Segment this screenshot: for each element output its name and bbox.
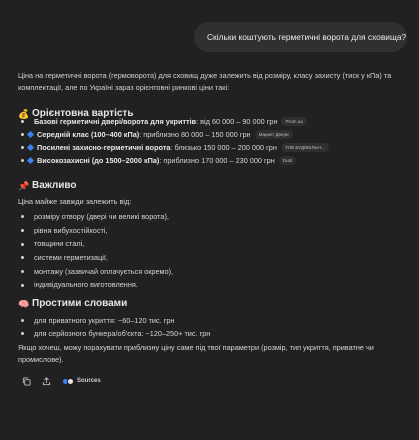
brain-icon: 🧠 bbox=[18, 299, 30, 309]
list-item: для приватного укриття: ~60–120 тис. грн bbox=[21, 314, 210, 327]
item-text: монтажу (зазвичай оплачується окремо), bbox=[34, 266, 174, 276]
item-text: товщини сталі, bbox=[34, 239, 85, 249]
item-bold: Базові герметичні двері/ворота для укрит… bbox=[34, 116, 197, 126]
source-chip[interactable]: Dust bbox=[278, 156, 297, 165]
item-bold: Посилені захисно-герметичні ворота bbox=[37, 142, 171, 152]
sources-button[interactable]: Sources bbox=[62, 377, 101, 385]
list-item: для серйозного бункера/об'єкта: ~120–250… bbox=[21, 327, 210, 340]
source-favicons bbox=[62, 377, 74, 385]
item-text: для серйозного бункера/об'єкта: ~120–250… bbox=[34, 328, 211, 338]
list-item: рівня вибухостійкості, bbox=[21, 224, 173, 238]
bullet-icon bbox=[21, 242, 24, 246]
list-item: Високозахисні (до 1500–2000 кПа) : прибл… bbox=[21, 154, 329, 167]
source-favicon-icon bbox=[67, 377, 74, 385]
list-item: Базові герметичні двері/ворота для укрит… bbox=[21, 115, 329, 128]
item-bold: Середній клас (100–400 кПа) bbox=[37, 129, 140, 139]
factors-list: розміру отвору (двері чи великі ворота),… bbox=[21, 210, 173, 292]
section-title: Простими словами bbox=[32, 298, 128, 309]
copy-icon[interactable] bbox=[21, 376, 31, 386]
source-chip[interactable]: Маркет Двери bbox=[254, 130, 293, 139]
source-chip[interactable]: ТОВ БУДІВЕЛЬН... bbox=[280, 143, 329, 152]
blue-diamond-icon bbox=[26, 143, 35, 152]
section-lead: Ціна майже завжди залежить від: bbox=[18, 197, 132, 206]
bullet-icon bbox=[21, 256, 24, 260]
item-text: для приватного укриття: ~60–120 тис. грн bbox=[34, 315, 175, 325]
answer-outro: Якщо хочеш, можу порахувати приблизну ці… bbox=[18, 343, 374, 364]
section-title: Важливо bbox=[32, 180, 77, 191]
blue-diamond-icon bbox=[26, 156, 35, 165]
item-text: рівня вибухостійкості, bbox=[34, 225, 108, 235]
list-item: розміру отвору (двері чи великі ворота), bbox=[21, 210, 173, 224]
section-heading-important: 📌 Важливо bbox=[18, 178, 77, 194]
bullet-icon bbox=[21, 283, 24, 287]
user-message-bubble: Скільки коштують герметичні ворота для с… bbox=[194, 22, 407, 52]
bullet-icon bbox=[21, 159, 24, 162]
list-item: товщини сталі, bbox=[21, 237, 173, 251]
list-item: Посилені захисно-герметичні ворота : бли… bbox=[21, 141, 329, 154]
bullet-icon bbox=[21, 146, 24, 149]
share-icon[interactable] bbox=[41, 376, 51, 386]
bullet-icon bbox=[21, 229, 24, 233]
bullet-icon bbox=[21, 120, 24, 123]
answer-intro: Ціна на герметичні ворота (гермоворота) … bbox=[18, 71, 392, 92]
simple-list: для приватного укриття: ~60–120 тис. грн… bbox=[21, 314, 210, 340]
sources-label: Sources bbox=[77, 378, 101, 384]
bullet-icon bbox=[21, 215, 24, 219]
list-item: Середній клас (100–400 кПа) : приблизно … bbox=[21, 128, 329, 141]
message-actions: Sources bbox=[21, 376, 101, 386]
section-heading-simple: 🧠 Простими словами bbox=[18, 296, 127, 312]
cost-list: Базові герметичні двері/ворота для укрит… bbox=[21, 115, 329, 167]
blue-diamond-icon bbox=[26, 130, 35, 139]
list-item: монтажу (зазвичай оплачується окремо), bbox=[21, 265, 173, 279]
bullet-icon bbox=[21, 332, 24, 335]
list-item: системи герметизації, bbox=[21, 251, 173, 265]
bullet-icon bbox=[21, 319, 24, 322]
item-text: : близько 150 000 – 200 000 грн bbox=[170, 142, 277, 152]
assistant-answer: Ціна на герметичні ворота (гермоворота) … bbox=[18, 70, 410, 364]
item-text: системи герметизації, bbox=[34, 252, 108, 262]
pushpin-icon: 📌 bbox=[18, 181, 30, 191]
item-text: : від 60 000 – 90 000 грн bbox=[196, 116, 278, 126]
bullet-icon bbox=[21, 270, 24, 274]
source-chip[interactable]: Prom.ua bbox=[281, 117, 307, 126]
bullet-icon bbox=[21, 133, 24, 136]
item-bold: Високозахисні (до 1500–2000 кПа) bbox=[37, 155, 160, 165]
item-text: : приблизно 170 000 – 230 000 грн bbox=[159, 155, 275, 165]
item-text: : приблизно 80 000 – 150 000 грн bbox=[139, 129, 251, 139]
list-item: індивідуального виготовлення. bbox=[21, 278, 173, 292]
item-text: індивідуального виготовлення. bbox=[34, 280, 138, 290]
item-text: розміру отвору (двері чи великі ворота), bbox=[34, 211, 169, 221]
